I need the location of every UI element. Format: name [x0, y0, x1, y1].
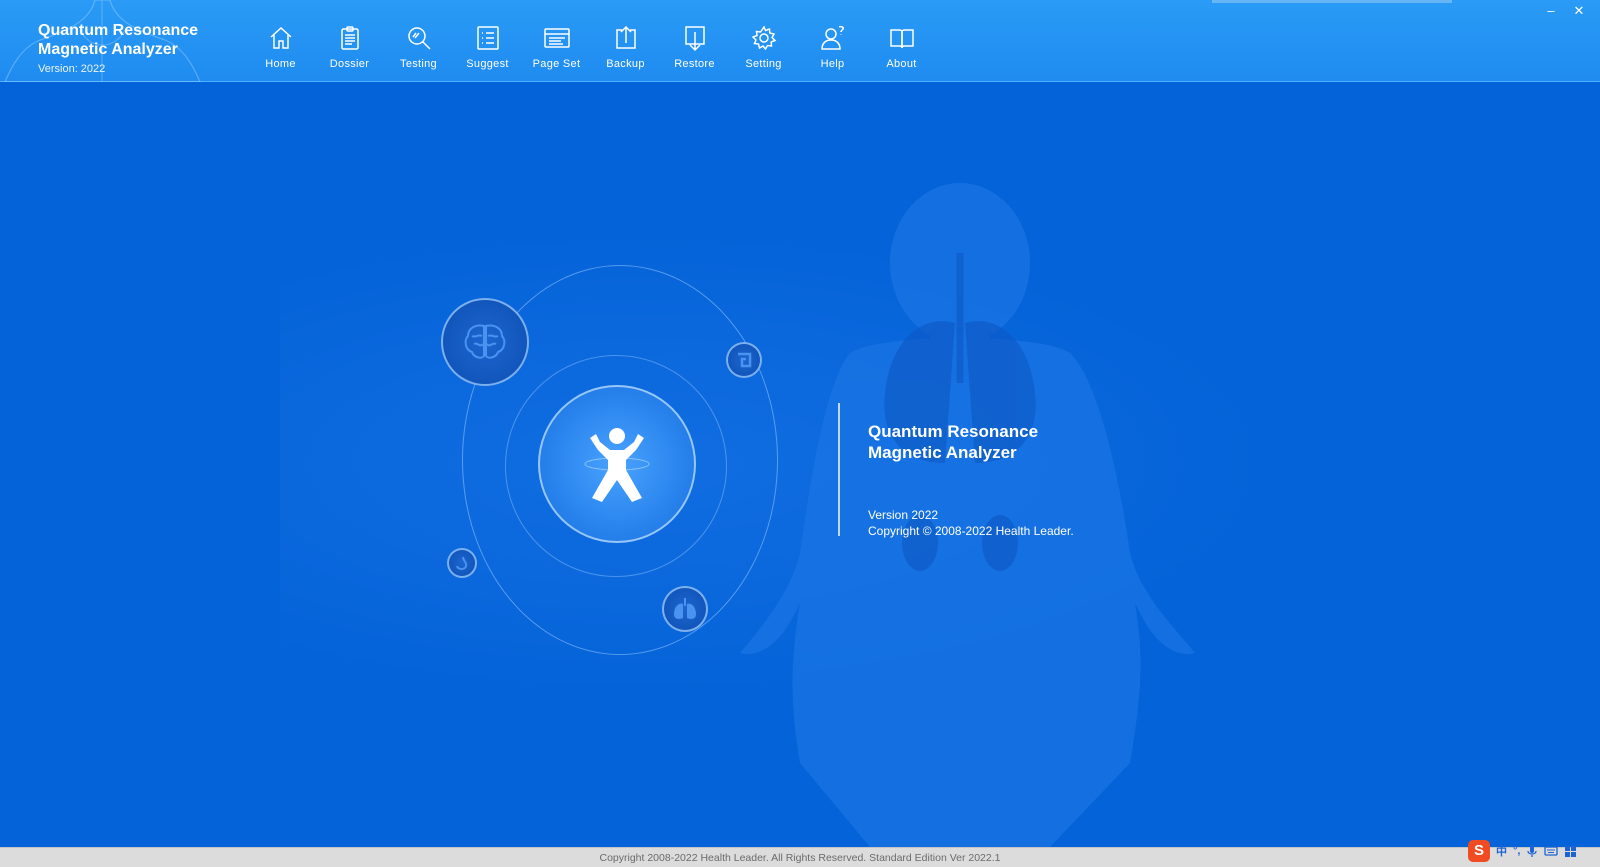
toolbar-dossier-button[interactable]: Dossier: [315, 0, 384, 82]
toolbar-backup-label: Backup: [606, 58, 645, 70]
toolbar-home-label: Home: [265, 58, 296, 70]
human-body-silhouette: [740, 183, 1195, 847]
status-text: Copyright 2008-2022 Health Leader. All R…: [599, 852, 1001, 864]
mic-icon[interactable]: [1526, 844, 1538, 858]
status-bar: Copyright 2008-2022 Health Leader. All R…: [0, 847, 1600, 867]
user-question-icon: [820, 25, 844, 50]
splash-copyright: Copyright © 2008-2022 Health Leader.: [868, 524, 1074, 538]
minimize-button[interactable]: –: [1538, 2, 1564, 20]
ime-toolbar: S 中 °,: [1466, 838, 1596, 864]
brain-organ-node: [441, 298, 529, 386]
page-layout-icon: [543, 28, 570, 48]
human-figure-icon: [584, 428, 650, 502]
title-bar: Quantum Resonance Magnetic Analyzer Vers…: [0, 0, 1600, 82]
main-toolbar: Home Dossier Testing Suggest Page Set Ba…: [246, 0, 936, 82]
toolbar-suggest-button[interactable]: Suggest: [453, 0, 522, 82]
toolbar-pageset-label: Page Set: [532, 58, 581, 70]
ime-punctuation-toggle[interactable]: °,: [1513, 845, 1520, 857]
toolbar-backup-button[interactable]: Backup: [591, 0, 660, 82]
stomach-organ-node: [447, 548, 477, 578]
main-area: Quantum Resonance Magnetic Analyzer Vers…: [0, 83, 1600, 847]
toolbar-testing-label: Testing: [400, 58, 437, 70]
intestine-icon: [738, 352, 752, 368]
splash-version: Version 2022: [868, 508, 939, 522]
toolbar-about-label: About: [886, 58, 917, 70]
toolbar-suggest-label: Suggest: [466, 58, 509, 70]
splash-divider: [838, 403, 840, 536]
book-icon: [889, 29, 914, 49]
gear-icon: [751, 25, 776, 51]
toolbar-home-button[interactable]: Home: [246, 0, 315, 82]
toolbar-pageset-button[interactable]: Page Set: [522, 0, 591, 82]
clipboard-icon: [340, 26, 359, 50]
toolbar-dossier-label: Dossier: [329, 58, 370, 70]
stomach-icon: [456, 556, 468, 570]
app-version: Version: 2022: [38, 63, 106, 75]
toolbar-setting-label: Setting: [745, 58, 782, 70]
app-title: Quantum Resonance Magnetic Analyzer: [38, 21, 210, 59]
splash-title-line2: Magnetic Analyzer: [868, 443, 1017, 462]
toolbar-help-button[interactable]: Help: [798, 0, 867, 82]
center-figure-disc: [538, 385, 696, 543]
home-icon: [269, 26, 292, 49]
toolbar-about-button[interactable]: About: [867, 0, 936, 82]
splash-title: Quantum Resonance Magnetic Analyzer: [868, 421, 1128, 463]
splash-title-line1: Quantum Resonance: [868, 422, 1039, 441]
brain-icon: [464, 324, 506, 359]
list-icon: [476, 26, 499, 50]
lungs-icon: [674, 598, 696, 619]
app-brand: Quantum Resonance Magnetic Analyzer Vers…: [0, 0, 210, 82]
intestine-organ-node: [726, 342, 762, 378]
toolbar-testing-button[interactable]: Testing: [384, 0, 453, 82]
ime-language-toggle[interactable]: 中: [1496, 843, 1507, 859]
download-icon: [684, 26, 705, 52]
grid-icon[interactable]: [1564, 845, 1577, 858]
upload-icon: [615, 25, 636, 49]
ime-logo[interactable]: S: [1468, 840, 1490, 862]
toolbar-help-label: Help: [820, 58, 845, 70]
lungs-organ-node: [662, 586, 708, 632]
toolbar-setting-button[interactable]: Setting: [729, 0, 798, 82]
toolbar-restore-button[interactable]: Restore: [660, 0, 729, 82]
keyboard-icon[interactable]: [1544, 845, 1559, 857]
magnifier-icon: [407, 27, 431, 50]
app-title-line1: Quantum Resonance: [38, 22, 199, 39]
toolbar-restore-label: Restore: [674, 58, 715, 70]
app-title-line2: Magnetic Analyzer: [38, 41, 178, 58]
top-strip: [1212, 0, 1452, 3]
close-button[interactable]: ✕: [1566, 2, 1592, 20]
